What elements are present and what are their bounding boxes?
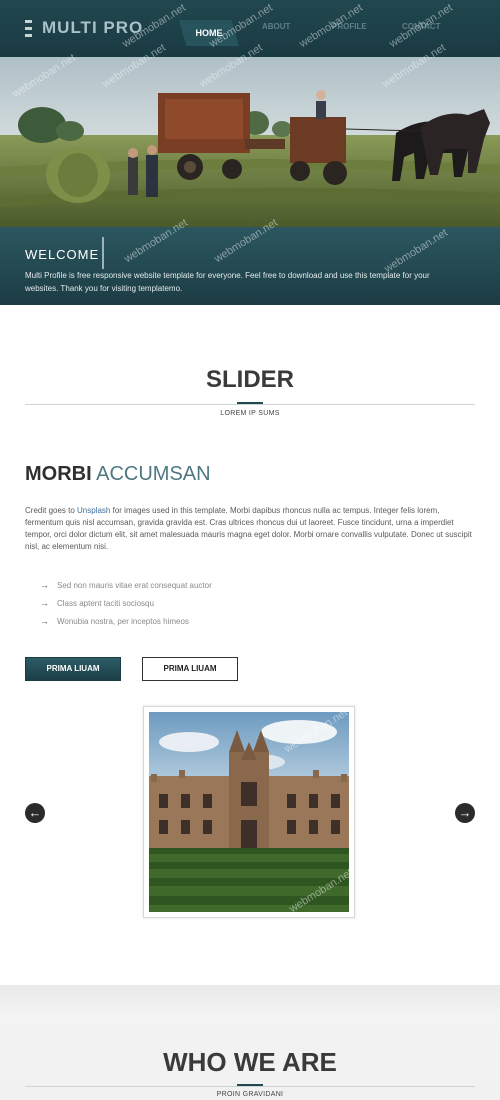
- section-divider: [25, 1086, 475, 1087]
- farm-scene-image: [0, 57, 500, 227]
- hero-image: [0, 57, 500, 227]
- list-item: → Sed non mauris vitae erat consequat auc…: [40, 576, 212, 594]
- list-item: → Wonubia nostra, per inceptos himeos: [40, 612, 212, 630]
- slider-prev-icon[interactable]: ←: [25, 803, 45, 823]
- section-divider: [25, 404, 475, 405]
- content-paragraph: Credit goes to Unsplash for images used …: [25, 505, 475, 553]
- content-heading-accent: ACCUMSAN: [96, 463, 211, 485]
- content-heading: MORBI ACCUMSAN: [25, 463, 211, 486]
- list-item-text: Sed non mauris vitae erat consequat auct…: [57, 580, 212, 590]
- section-divider-accent: [237, 1084, 263, 1086]
- arrow-right-icon: →: [40, 616, 49, 626]
- list-item-text: Wonubia nostra, per inceptos himeos: [57, 616, 189, 626]
- content-heading-strong: MORBI: [25, 463, 92, 485]
- slider-next-icon[interactable]: →: [455, 803, 475, 823]
- welcome-title: WELCOME: [25, 247, 100, 262]
- primary-button[interactable]: PRIMA LIUAM: [25, 657, 121, 681]
- nav-item-about[interactable]: ABOUT: [262, 22, 290, 31]
- slider-section-subtitle: LOREM IP SUMS: [220, 410, 280, 417]
- secondary-button[interactable]: PRIMA LIUAM: [142, 657, 238, 681]
- arrow-right-icon: →: [40, 580, 49, 590]
- list-item: → Class aptent taciti sociosqu: [40, 594, 212, 612]
- feature-list: → Sed non mauris vitae erat consequat auc…: [40, 576, 212, 630]
- slider-section-title: SLIDER: [205, 366, 294, 393]
- who-section-subtitle: PROIN GRAVIDANI: [216, 1091, 284, 1098]
- unsplash-link[interactable]: Unsplash: [77, 506, 110, 515]
- list-item-text: Class aptent taciti sociosqu: [57, 598, 154, 608]
- section-divider-accent: [237, 402, 263, 404]
- arrow-right-icon: →: [40, 598, 49, 608]
- college-building-image: [149, 712, 349, 912]
- paragraph-prefix: Credit goes to: [25, 506, 78, 515]
- welcome-divider: [102, 237, 104, 269]
- welcome-text: Multi Profile is free responsive website…: [25, 271, 430, 293]
- who-we-are-section: [0, 985, 500, 1100]
- menu-bars-icon: [25, 19, 32, 37]
- who-section-title: WHO WE ARE: [163, 1047, 337, 1077]
